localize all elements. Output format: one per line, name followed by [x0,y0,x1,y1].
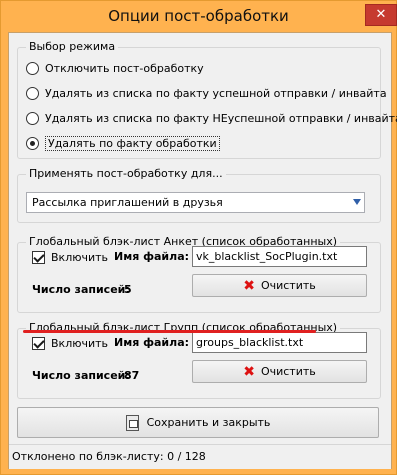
apply-group-legend: Применять пост-обработку для... [26,167,226,180]
radio-indicator[interactable] [26,86,39,100]
checkbox-label: Включить [51,336,109,350]
clear-button-label: Очистить [260,279,316,292]
radio-disable-postprocessing[interactable]: Отключить пост-обработку [26,58,204,78]
groups-file-label: Имя файла: [114,336,190,349]
close-button[interactable]: ✕ [365,4,397,26]
radio-label: Отключить пост-обработку [45,61,204,75]
radio-remove-on-failure[interactable]: Удалять из списка по факту НЕуспешной от… [26,108,397,128]
profiles-file-input[interactable]: vk_blacklist_SocPlugin.txt [192,246,367,267]
save-and-close-button[interactable]: Сохранить и закрыть [17,407,379,438]
status-bar: Отклонено по блэк-листу: 0 / 128 [9,444,391,469]
dialog-body: Выбор режима Отключить пост-обработку Уд… [8,32,397,469]
groups-enable-checkbox[interactable]: Включить [32,335,108,351]
checkbox-label: Включить [51,250,109,264]
radio-indicator[interactable] [26,136,39,150]
apply-target-select[interactable]: Рассылка приглашений в друзья [26,192,365,213]
checkbox-indicator[interactable] [32,250,45,264]
checkbox-indicator[interactable] [32,336,45,350]
profiles-clear-button[interactable]: ✖ Очистить [192,274,367,297]
dropdown-arrow-icon[interactable] [353,199,361,205]
profiles-count-label: Число записей: [32,283,130,296]
radio-label: Удалять по факту обработки [45,135,220,151]
save-icon [125,414,139,431]
annotation-underline [23,330,316,333]
apply-group: Применять пост-обработку для... Рассылка… [17,167,381,223]
radio-remove-on-processing[interactable]: Удалять по факту обработки [26,133,220,153]
groups-blacklist-group: Глобальный блэк-лист Групп (список обраб… [17,321,381,399]
groups-count-label: Число записей: [32,369,130,382]
profiles-blacklist-group: Глобальный блэк-лист Анкет (список обраб… [17,235,381,313]
profiles-count-value: 5 [124,283,132,296]
mode-group-legend: Выбор режима [26,40,119,53]
dialog-window: Опции пост-обработки ✕ Выбор режима Откл… [0,0,397,475]
radio-remove-on-success[interactable]: Удалять из списка по факту успешной отпр… [26,83,387,103]
groups-count-value: 87 [124,369,140,382]
window-title: Опции пост-обработки [108,7,289,25]
profiles-file-label: Имя файла: [114,250,190,263]
select-value: Рассылка приглашений в друзья [32,196,223,209]
save-button-label: Сохранить и закрыть [146,416,271,429]
groups-clear-button[interactable]: ✖ Очистить [192,360,367,383]
radio-indicator[interactable] [26,61,39,75]
clear-x-icon: ✖ [243,277,255,294]
clear-button-label: Очистить [260,365,316,378]
groups-file-input[interactable]: groups_blacklist.txt [192,332,367,353]
title-bar[interactable]: Опции пост-обработки ✕ [1,1,397,32]
radio-label: Удалять из списка по факту успешной отпр… [45,86,387,100]
radio-label: Удалять из списка по факту НЕуспешной от… [45,111,397,125]
status-text: Отклонено по блэк-листу: 0 / 128 [12,450,206,463]
radio-indicator[interactable] [26,111,39,125]
profiles-enable-checkbox[interactable]: Включить [32,249,108,265]
clear-x-icon: ✖ [243,363,255,380]
mode-group: Выбор режима Отключить пост-обработку Уд… [17,40,397,159]
